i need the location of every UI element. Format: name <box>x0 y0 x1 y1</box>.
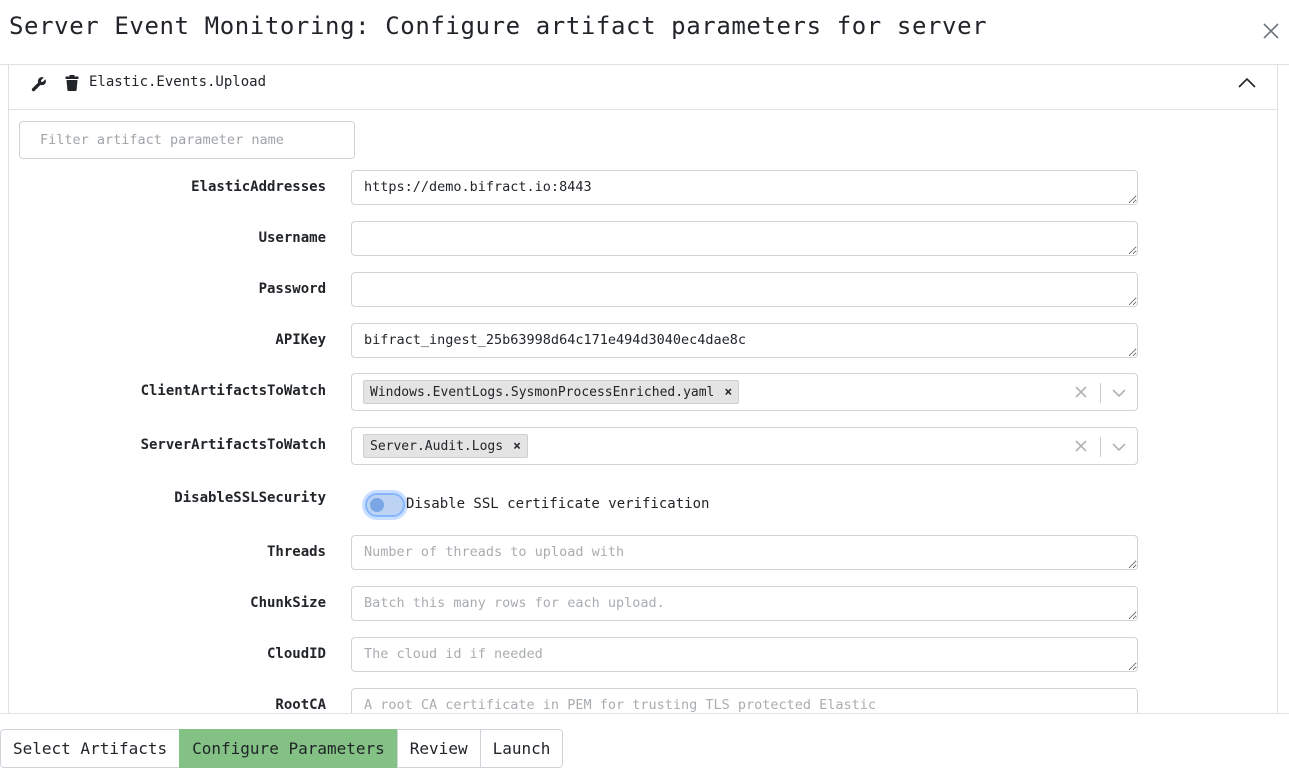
artifact-name: Elastic.Events.Upload <box>89 74 267 90</box>
chip-label: Windows.EventLogs.SysmonProcessEnriched.… <box>370 384 715 400</box>
toggle-knob <box>370 498 384 512</box>
disable-ssl-toggle-label: Disable SSL certificate verification <box>406 496 710 512</box>
chip-remove-icon[interactable]: × <box>724 385 732 400</box>
artifact-card-header: Elastic.Events.Upload <box>9 65 1277 110</box>
param-label: RootCA <box>275 697 326 713</box>
clear-icon[interactable] <box>1073 384 1089 400</box>
param-label: ServerArtifactsToWatch <box>140 437 326 453</box>
server-artifacts-select[interactable]: Server.Audit.Logs × <box>351 427 1138 465</box>
chevron-down-icon[interactable] <box>1111 385 1127 401</box>
modal-footer: Select Artifacts Configure Parameters Re… <box>0 713 1289 779</box>
chunksize-field[interactable] <box>351 586 1138 621</box>
param-label: CloudID <box>266 646 326 662</box>
param-label: DisableSSLSecurity <box>174 490 326 506</box>
step-configure-parameters-button[interactable]: Configure Parameters <box>179 729 398 768</box>
param-label: ElasticAddresses <box>191 179 326 195</box>
chip-remove-icon[interactable]: × <box>513 439 521 454</box>
modal-title: Server Event Monitoring: Configure artif… <box>9 12 988 40</box>
param-label: Password <box>258 281 326 297</box>
rootca-field[interactable] <box>351 688 1138 713</box>
step-select-artifacts-button[interactable]: Select Artifacts <box>0 729 181 768</box>
chip-label: Server.Audit.Logs <box>370 438 504 454</box>
elastic-addresses-field[interactable]: https://demo.bifract.io:8443 <box>351 170 1138 205</box>
wrench-icon[interactable] <box>30 75 48 93</box>
param-label: APIKey <box>275 332 326 348</box>
selected-chip: Windows.EventLogs.SysmonProcessEnriched.… <box>363 380 740 404</box>
trash-icon[interactable] <box>65 75 79 91</box>
disable-ssl-toggle[interactable] <box>365 493 405 517</box>
filter-parameter-input[interactable] <box>19 121 355 159</box>
select-separator <box>1100 437 1101 457</box>
param-label: Username <box>258 230 326 246</box>
modal-body: Elastic.Events.Upload ElasticAddresses h… <box>0 65 1289 713</box>
select-separator <box>1100 383 1101 403</box>
cloudid-field[interactable] <box>351 637 1138 672</box>
param-label: ChunkSize <box>250 595 326 611</box>
param-label: ClientArtifactsToWatch <box>140 383 326 399</box>
close-icon[interactable] <box>1259 19 1283 43</box>
selected-chip: Server.Audit.Logs × <box>363 434 528 458</box>
password-field[interactable] <box>351 272 1138 307</box>
client-artifacts-select[interactable]: Windows.EventLogs.SysmonProcessEnriched.… <box>351 373 1138 411</box>
param-label: Threads <box>266 544 326 560</box>
chevron-up-icon[interactable] <box>1237 75 1257 91</box>
chevron-down-icon[interactable] <box>1111 439 1127 455</box>
wizard-steps: Select Artifacts Configure Parameters Re… <box>0 729 564 768</box>
step-launch-button[interactable]: Launch <box>479 729 564 768</box>
username-field[interactable] <box>351 221 1138 256</box>
clear-icon[interactable] <box>1073 438 1089 454</box>
apikey-field[interactable]: bifract_ingest_25b63998d64c171e494d3040e… <box>351 323 1138 358</box>
modal-header: Server Event Monitoring: Configure artif… <box>0 0 1289 65</box>
step-review-button[interactable]: Review <box>396 729 481 768</box>
threads-field[interactable] <box>351 535 1138 570</box>
